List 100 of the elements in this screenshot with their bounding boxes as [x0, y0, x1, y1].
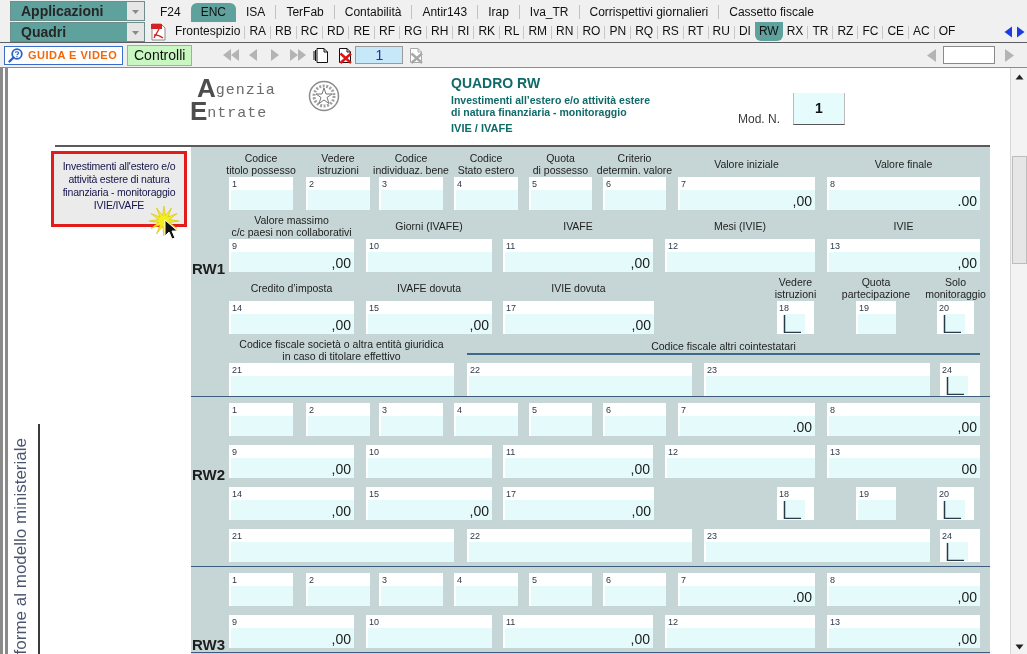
- vertical-scrollbar[interactable]: [1010, 68, 1027, 654]
- tab[interactable]: TerFab: [276, 3, 334, 22]
- input-field[interactable]: 1: [229, 177, 293, 210]
- input-field[interactable]: 4: [454, 573, 518, 606]
- input-field[interactable]: 15 ,00: [366, 487, 492, 520]
- tab[interactable]: Corrispettivi giornalieri: [579, 3, 719, 22]
- scrollbar-thumb[interactable]: [1011, 156, 1027, 264]
- caret-icon[interactable]: [127, 2, 144, 20]
- arrow-right-icon[interactable]: [1016, 26, 1025, 38]
- input-field[interactable]: 19: [856, 487, 896, 520]
- input-field[interactable]: 4: [454, 177, 518, 210]
- input-field[interactable]: 11 ,00: [503, 615, 653, 648]
- input-field[interactable]: 22: [467, 529, 692, 562]
- input-field[interactable]: 8 ,00: [827, 573, 980, 606]
- page-number-field[interactable]: 1: [355, 46, 404, 64]
- input-field[interactable]: 5: [529, 177, 592, 210]
- tab[interactable]: RO: [578, 22, 605, 41]
- checkbox-field[interactable]: 20: [937, 487, 974, 520]
- tab[interactable]: RH: [427, 22, 453, 41]
- input-field[interactable]: 19: [856, 301, 896, 334]
- tab[interactable]: Frontespizio: [171, 22, 245, 41]
- input-field[interactable]: 11 ,00: [503, 239, 653, 272]
- tab[interactable]: Cassetto fiscale: [719, 3, 824, 22]
- input-field[interactable]: 12: [665, 445, 815, 478]
- input-field[interactable]: 10: [366, 239, 492, 272]
- tab[interactable]: RE: [349, 22, 375, 41]
- checkbox-field[interactable]: 20: [937, 301, 974, 334]
- pdf-icon[interactable]: [150, 23, 166, 41]
- tab[interactable]: RZ: [833, 22, 858, 41]
- input-field[interactable]: 13 ,00: [827, 615, 980, 648]
- input-field[interactable]: 2: [306, 403, 370, 436]
- input-field[interactable]: 5: [529, 573, 592, 606]
- input-field[interactable]: 7 .00: [678, 403, 815, 436]
- arrow-left-icon[interactable]: [1004, 26, 1013, 38]
- input-field[interactable]: 13 ,00: [827, 239, 980, 272]
- tab[interactable]: Irap: [478, 3, 519, 22]
- input-field[interactable]: 6: [603, 177, 666, 210]
- arrow-down-icon[interactable]: [1014, 644, 1024, 650]
- input-field[interactable]: 1: [229, 403, 293, 436]
- input-field[interactable]: 6: [603, 403, 666, 436]
- input-field[interactable]: 3: [379, 573, 443, 606]
- jump-field[interactable]: [943, 46, 995, 64]
- input-field[interactable]: 9 ,00: [229, 239, 354, 272]
- tab[interactable]: RM: [524, 22, 552, 41]
- input-field[interactable]: 22: [467, 363, 692, 396]
- input-field[interactable]: 21: [229, 529, 454, 562]
- tab[interactable]: Iva_TR: [519, 3, 579, 22]
- input-field[interactable]: 15 ,00: [366, 301, 492, 334]
- checkbox-field[interactable]: 24: [940, 363, 980, 396]
- tab[interactable]: RB: [271, 22, 296, 41]
- document-cross-icon[interactable]: [337, 46, 354, 64]
- tab[interactable]: RS: [658, 22, 683, 41]
- tab[interactable]: RF: [375, 22, 400, 41]
- input-field[interactable]: 8 .00: [827, 177, 980, 210]
- tab[interactable]: RA: [245, 22, 271, 41]
- tab[interactable]: OF: [934, 22, 960, 41]
- section-dropdown[interactable]: Quadri: [10, 22, 145, 42]
- input-field[interactable]: 9 ,00: [229, 445, 354, 478]
- input-field[interactable]: 10: [366, 445, 492, 478]
- input-field[interactable]: 1: [229, 573, 293, 606]
- checkbox-field[interactable]: 18: [777, 301, 814, 334]
- input-field[interactable]: 6: [603, 573, 666, 606]
- arrow-up-icon[interactable]: [1014, 74, 1024, 80]
- tab[interactable]: RG: [400, 22, 427, 41]
- input-field[interactable]: 7 ,00: [678, 177, 815, 210]
- tab[interactable]: RW: [754, 22, 783, 41]
- tab[interactable]: RL: [500, 22, 524, 41]
- module-number-field[interactable]: 1: [793, 93, 845, 125]
- tab[interactable]: DI: [734, 22, 755, 41]
- tab[interactable]: RX: [782, 22, 808, 41]
- tab[interactable]: TR: [808, 22, 833, 41]
- tab[interactable]: PN: [605, 22, 631, 41]
- tab[interactable]: ENC: [190, 3, 237, 22]
- input-field[interactable]: 2: [306, 573, 370, 606]
- tab[interactable]: RQ: [631, 22, 658, 41]
- tab[interactable]: F24: [150, 3, 191, 22]
- tab[interactable]: RT: [683, 22, 708, 41]
- tab[interactable]: RD: [323, 22, 349, 41]
- tab[interactable]: RI: [453, 22, 474, 41]
- input-field[interactable]: 14 ,00: [229, 301, 354, 334]
- input-field[interactable]: 2: [306, 177, 370, 210]
- checkbox-field[interactable]: 18: [777, 487, 814, 520]
- input-field[interactable]: 7 .00: [678, 573, 815, 606]
- tab[interactable]: RK: [474, 22, 500, 41]
- tab[interactable]: RN: [552, 22, 578, 41]
- tab[interactable]: CE: [883, 22, 909, 41]
- checks-button[interactable]: Controlli: [127, 44, 193, 66]
- input-field[interactable]: 3: [379, 403, 443, 436]
- tab[interactable]: RU: [708, 22, 734, 41]
- input-field[interactable]: 21: [229, 363, 454, 396]
- document-icon[interactable]: [313, 46, 330, 64]
- tab[interactable]: ISA: [236, 3, 276, 22]
- input-field[interactable]: 3: [379, 177, 443, 210]
- input-field[interactable]: 10: [366, 615, 492, 648]
- input-field[interactable]: 23: [704, 529, 930, 562]
- input-field[interactable]: 12: [665, 239, 815, 272]
- input-field[interactable]: 13 00: [827, 445, 980, 478]
- magnifier-icon[interactable]: [8, 47, 23, 63]
- tab[interactable]: AC: [909, 22, 934, 41]
- tab[interactable]: RC: [296, 22, 323, 41]
